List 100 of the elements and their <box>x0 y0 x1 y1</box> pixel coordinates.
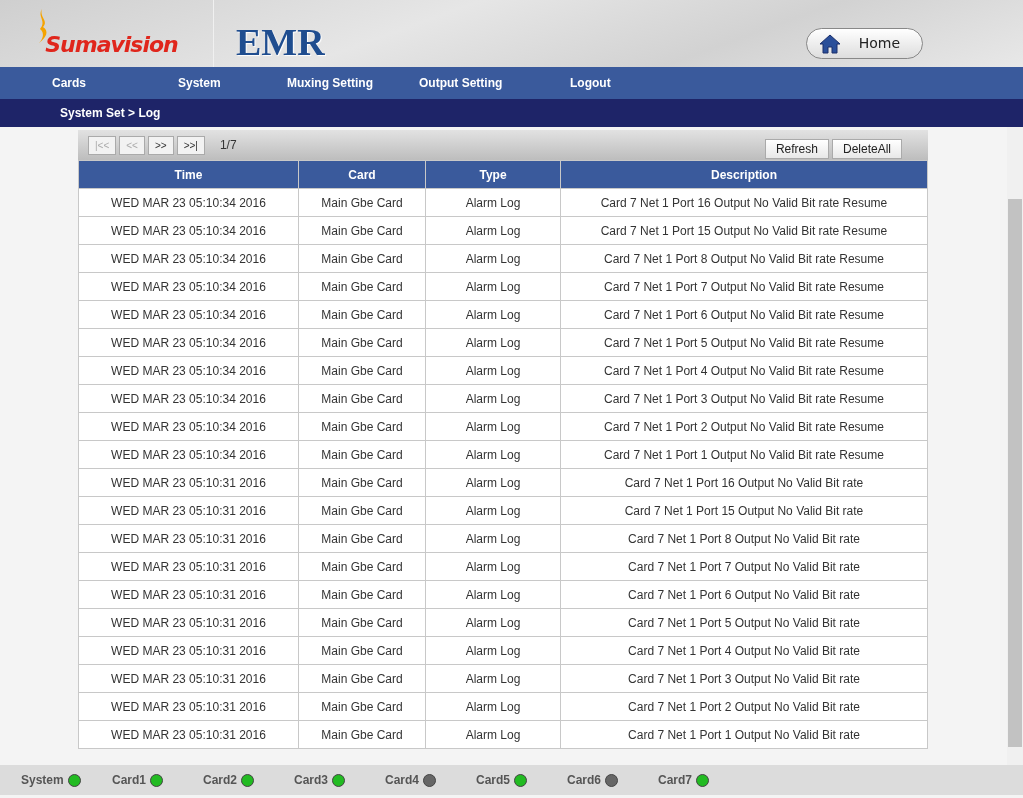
table-cell: Main Gbe Card <box>298 608 426 637</box>
table-cell: WED MAR 23 05:10:31 2016 <box>78 608 299 637</box>
table-cell: WED MAR 23 05:10:34 2016 <box>78 384 299 413</box>
table-cell: WED MAR 23 05:10:34 2016 <box>78 244 299 273</box>
breadcrumb: System Set > Log <box>60 105 161 122</box>
status-label: Card6 <box>567 772 601 789</box>
table-cell: WED MAR 23 05:10:31 2016 <box>78 692 299 721</box>
table-cell: Card 7 Net 1 Port 1 Output No Valid Bit rate <box>560 720 928 749</box>
table-cell: WED MAR 23 05:10:31 2016 <box>78 636 299 665</box>
table-cell: Card 7 Net 1 Port 15 Output No Valid Bit rate <box>560 496 928 525</box>
status-label: System <box>21 772 64 789</box>
table-cell: WED MAR 23 05:10:31 2016 <box>78 468 299 497</box>
table-cell: Card 7 Net 1 Port 7 Output No Valid Bit rate Resume <box>560 272 928 301</box>
table-cell: WED MAR 23 05:10:34 2016 <box>78 272 299 301</box>
table-cell: WED MAR 23 05:10:34 2016 <box>78 412 299 441</box>
table-cell: Alarm Log <box>425 328 561 357</box>
table-cell: Alarm Log <box>425 468 561 497</box>
nav-link[interactable]: Output Setting <box>419 74 570 92</box>
nav-link[interactable]: Cards <box>52 74 178 92</box>
table-cell: WED MAR 23 05:10:34 2016 <box>78 188 299 217</box>
table-cell: WED MAR 23 05:10:34 2016 <box>78 216 299 245</box>
status-label: Card5 <box>476 772 510 789</box>
table-cell: Main Gbe Card <box>298 580 426 609</box>
table-cell: Alarm Log <box>425 216 561 245</box>
table-cell: Alarm Log <box>425 720 561 749</box>
table-cell: Main Gbe Card <box>298 272 426 301</box>
table-cell: Main Gbe Card <box>298 496 426 525</box>
table-cell: Alarm Log <box>425 244 561 273</box>
column-header: Card <box>298 160 426 189</box>
delete-all-button[interactable]: DeleteAll <box>831 139 902 159</box>
page-indicator: 1/7 <box>219 137 237 154</box>
scrollbar[interactable] <box>1007 127 1023 765</box>
table-cell: Alarm Log <box>425 636 561 665</box>
table-cell: Card 7 Net 1 Port 16 Output No Valid Bit rate <box>560 468 928 497</box>
table-cell: Alarm Log <box>425 188 561 217</box>
table-cell: Alarm Log <box>425 356 561 385</box>
house-icon <box>818 32 841 55</box>
table-cell: Alarm Log <box>425 272 561 301</box>
column-header: Time <box>78 160 299 189</box>
table-cell: WED MAR 23 05:10:34 2016 <box>78 356 299 385</box>
table-cell: Card 7 Net 1 Port 1 Output No Valid Bit rate Resume <box>560 440 928 469</box>
table-cell: Main Gbe Card <box>298 468 426 497</box>
table-cell: Alarm Log <box>425 692 561 721</box>
nav-link[interactable]: Logout <box>570 74 650 92</box>
table-cell: WED MAR 23 05:10:31 2016 <box>78 664 299 693</box>
table-cell: Card 7 Net 1 Port 16 Output No Valid Bit rate Resume <box>560 188 928 217</box>
status-label: Card1 <box>112 772 146 789</box>
refresh-button[interactable]: Refresh <box>764 139 829 159</box>
table-cell: WED MAR 23 05:10:31 2016 <box>78 720 299 749</box>
table-cell: Card 7 Net 1 Port 3 Output No Valid Bit rate <box>560 664 928 693</box>
status-label: Card4 <box>385 772 419 789</box>
table-cell: Alarm Log <box>425 608 561 637</box>
table-cell: Card 7 Net 1 Port 6 Output No Valid Bit rate Resume <box>560 300 928 329</box>
table-cell: WED MAR 23 05:10:31 2016 <box>78 552 299 581</box>
table-cell: Alarm Log <box>425 524 561 553</box>
table-cell: Alarm Log <box>425 552 561 581</box>
table-cell: Card 7 Net 1 Port 7 Output No Valid Bit rate <box>560 552 928 581</box>
table-cell: Main Gbe Card <box>298 720 426 749</box>
status-label: Card3 <box>294 772 328 789</box>
table-cell: WED MAR 23 05:10:34 2016 <box>78 328 299 357</box>
table-cell: Main Gbe Card <box>298 692 426 721</box>
table-cell: WED MAR 23 05:10:34 2016 <box>78 440 299 469</box>
table-cell: Main Gbe Card <box>298 664 426 693</box>
table-cell: Card 7 Net 1 Port 4 Output No Valid Bit rate Resume <box>560 356 928 385</box>
pager-button[interactable]: >>| <box>176 135 205 155</box>
table-cell: Main Gbe Card <box>298 552 426 581</box>
product-title: EMR <box>236 20 325 65</box>
table-cell: Alarm Log <box>425 300 561 329</box>
pager-button[interactable]: >> <box>147 135 174 155</box>
table-cell: WED MAR 23 05:10:34 2016 <box>78 300 299 329</box>
table-cell: Main Gbe Card <box>298 440 426 469</box>
table-cell: Main Gbe Card <box>298 244 426 273</box>
table-cell: Alarm Log <box>425 440 561 469</box>
table-cell: WED MAR 23 05:10:31 2016 <box>78 580 299 609</box>
table-cell: Main Gbe Card <box>298 636 426 665</box>
table-cell: Card 7 Net 1 Port 5 Output No Valid Bit rate <box>560 608 928 637</box>
table-cell: Alarm Log <box>425 412 561 441</box>
table-cell: Card 7 Net 1 Port 8 Output No Valid Bit rate Resume <box>560 244 928 273</box>
table-cell: WED MAR 23 05:10:31 2016 <box>78 524 299 553</box>
table-cell: Main Gbe Card <box>298 216 426 245</box>
table-cell: Main Gbe Card <box>298 356 426 385</box>
table-cell: Card 7 Net 1 Port 2 Output No Valid Bit rate <box>560 692 928 721</box>
table-cell: Main Gbe Card <box>298 412 426 441</box>
table-cell: Main Gbe Card <box>298 524 426 553</box>
status-label: Card2 <box>203 772 237 789</box>
table-cell: Card 7 Net 1 Port 4 Output No Valid Bit rate <box>560 636 928 665</box>
table-cell: Card 7 Net 1 Port 8 Output No Valid Bit rate <box>560 524 928 553</box>
table-cell: Card 7 Net 1 Port 5 Output No Valid Bit rate Resume <box>560 328 928 357</box>
logo-text: Sumavision <box>45 31 178 59</box>
nav-link[interactable]: Muxing Setting <box>287 74 419 92</box>
table-cell: Alarm Log <box>425 664 561 693</box>
nav-link[interactable]: System <box>178 74 287 92</box>
table-cell: WED MAR 23 05:10:31 2016 <box>78 496 299 525</box>
home-button[interactable]: Home <box>805 28 923 59</box>
table-cell: Main Gbe Card <box>298 384 426 413</box>
status-label: Card7 <box>658 772 692 789</box>
table-cell: Card 7 Net 1 Port 15 Output No Valid Bit rate Resume <box>560 216 928 245</box>
column-header: Type <box>425 160 561 189</box>
column-header: Description <box>560 160 928 189</box>
table-cell: Card 7 Net 1 Port 2 Output No Valid Bit rate Resume <box>560 412 928 441</box>
